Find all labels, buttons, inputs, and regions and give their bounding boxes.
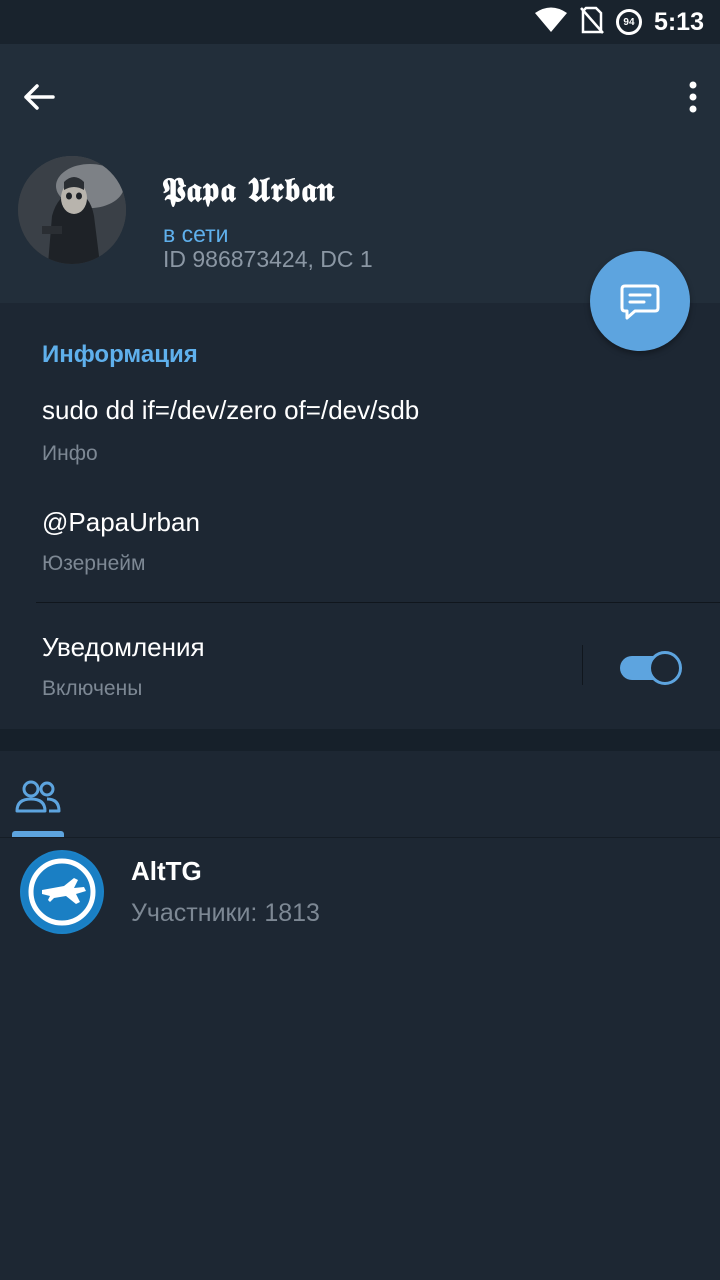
avatar-image (18, 156, 126, 264)
more-menu-button[interactable] (678, 72, 708, 122)
profile-name: 𝕻𝖆𝖕𝖆 𝖀𝖗𝖇𝖆𝖓 (162, 170, 335, 209)
avatar[interactable] (18, 156, 126, 264)
send-message-button[interactable] (590, 251, 690, 351)
username-label: Юзернейм (42, 552, 146, 575)
tab-groups[interactable] (14, 777, 62, 817)
online-status: в сети (163, 221, 229, 247)
tab-indicator (12, 831, 64, 837)
info-section: Информация sudo dd if=/dev/zero of=/dev/… (0, 303, 720, 729)
bio-text[interactable]: sudo dd if=/dev/zero of=/dev/sdb (42, 395, 419, 426)
users-icon (15, 780, 61, 813)
no-sim-icon (580, 6, 604, 39)
notifications-toggle[interactable] (620, 651, 682, 685)
list-item[interactable]: AltTG Участники: 1813 (0, 838, 720, 948)
more-vertical-icon (689, 81, 697, 113)
back-button[interactable] (14, 72, 64, 122)
bio-label: Инфо (42, 442, 98, 465)
username-text[interactable]: @PapaUrban (42, 507, 200, 538)
vertical-divider (582, 645, 583, 685)
section-title: Информация (42, 341, 198, 368)
wifi-icon (534, 7, 568, 38)
jet-icon (22, 852, 102, 932)
profile-id: ID 986873424, DC 1 (163, 246, 373, 272)
notifications-label[interactable]: Уведомления (42, 632, 205, 663)
message-icon (620, 284, 660, 320)
group-avatar (20, 850, 104, 934)
notifications-state: Включены (42, 677, 143, 700)
status-icons: 94 5:13 (534, 0, 704, 44)
shared-tabs (0, 751, 720, 838)
arrow-left-icon (24, 84, 55, 110)
divider (36, 602, 720, 603)
status-time: 5:13 (653, 7, 704, 36)
toggle-thumb (648, 651, 682, 685)
group-members: Участники: 1813 (131, 899, 320, 927)
section-gap (0, 729, 720, 751)
group-name: AltTG (131, 856, 202, 886)
status-bar: 94 5:13 (0, 0, 720, 44)
battery-icon: 94 (615, 9, 642, 35)
